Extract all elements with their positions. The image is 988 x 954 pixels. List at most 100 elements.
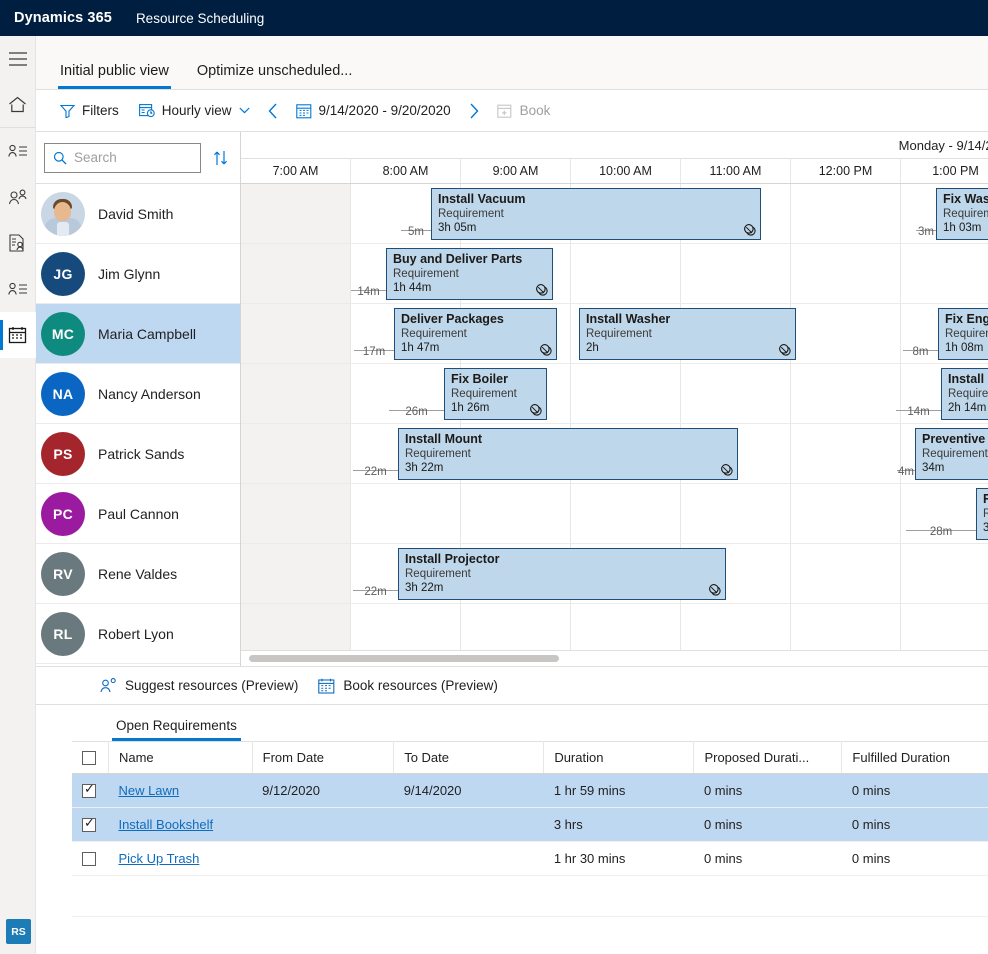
resource-row[interactable]: PSPatrick Sands xyxy=(36,424,240,484)
travel-line xyxy=(906,530,976,531)
requirement-link[interactable]: Install Bookshelf xyxy=(118,817,213,832)
scrollbar-thumb[interactable] xyxy=(249,655,559,662)
booking-status-icon xyxy=(720,463,733,476)
travel-time-label: 4m xyxy=(897,466,915,480)
sidebar-item-schedule-board[interactable] xyxy=(0,312,36,358)
resource-name: Robert Lyon xyxy=(98,626,174,642)
booking-card[interactable]: Install WasherRequirement2h xyxy=(579,308,796,360)
booking-card[interactable]: RepairRequirement3h xyxy=(976,488,988,540)
sort-button[interactable] xyxy=(209,148,232,168)
table-cell-fulfilled-duration: 0 mins xyxy=(842,808,988,842)
resource-row[interactable]: JGJim Glynn xyxy=(36,244,240,304)
booking-card[interactable]: Install ProjectorRequirement3h 22m xyxy=(398,548,726,600)
booking-duration: 3h 22m xyxy=(405,461,731,475)
select-all-header[interactable] xyxy=(72,742,108,774)
column-header[interactable]: Name xyxy=(108,742,252,774)
sidebar-item-pinned[interactable] xyxy=(0,174,36,220)
booking-status-icon xyxy=(535,283,548,296)
schedule-row[interactable]: 28mRepairRequirement3h xyxy=(241,484,988,544)
booking-card[interactable]: Fix EngineRequirement1h 08m xyxy=(938,308,988,360)
row-checkbox[interactable] xyxy=(82,784,96,798)
requirement-name-cell[interactable]: New Lawn xyxy=(108,774,252,808)
sidebar-item-recent[interactable] xyxy=(0,128,36,174)
tab-initial-public-view[interactable]: Initial public view xyxy=(46,63,183,89)
requirement-name-cell[interactable]: Install Bookshelf xyxy=(108,808,252,842)
view-mode-dropdown[interactable]: Hourly view xyxy=(129,98,260,123)
requirement-link[interactable]: Pick Up Trash xyxy=(118,851,199,866)
schedule-row[interactable]: 17mDeliver PackagesRequirement1h 47mInst… xyxy=(241,304,988,364)
resource-row[interactable]: RLRobert Lyon xyxy=(36,604,240,664)
resource-name: Rene Valdes xyxy=(98,566,177,582)
booking-subtitle: Requirement xyxy=(393,267,546,281)
column-header[interactable]: Fulfilled Duration xyxy=(842,742,988,774)
travel-time: 26m xyxy=(389,368,444,420)
schedule-grid: Monday - 9/14/2020 7:00 AM8:00 AM9:00 AM… xyxy=(241,132,988,666)
suggest-person-icon xyxy=(100,678,117,693)
schedule-row[interactable]: 22mInstall ProjectorRequirement3h 22m xyxy=(241,544,988,604)
schedule-row[interactable]: 14mBuy and Deliver PartsRequirement1h 44… xyxy=(241,244,988,304)
filters-button[interactable]: Filters xyxy=(50,98,129,123)
booking-card[interactable]: Preventive MaintenanceRequirement34m xyxy=(915,428,988,480)
tab-optimize-unscheduled[interactable]: Optimize unscheduled... xyxy=(183,63,367,89)
column-header[interactable]: Duration xyxy=(544,742,694,774)
table-row[interactable]: New Lawn9/12/20209/14/20201 hr 59 mins0 … xyxy=(72,774,988,808)
bottom-tabs: Open Requirements xyxy=(72,705,988,741)
booking-card[interactable]: Install SinkRequirement2h 14m xyxy=(941,368,988,420)
booking-card[interactable]: Fix BoilerRequirement1h 26m xyxy=(444,368,547,420)
book-resources-button[interactable]: Book resources (Preview) xyxy=(310,674,506,698)
table-row[interactable]: Install Bookshelf3 hrs0 mins0 mins3 hrs xyxy=(72,808,988,842)
search-input-wrapper[interactable] xyxy=(44,143,201,173)
booking-card[interactable]: Deliver PackagesRequirement1h 47m xyxy=(394,308,557,360)
booking-card[interactable]: Install MountRequirement3h 22m xyxy=(398,428,738,480)
booking-status-icon xyxy=(539,343,552,356)
resource-row[interactable]: David Smith xyxy=(36,184,240,244)
schedule-row[interactable]: 26mFix BoilerRequirement1h 26m14mInstall… xyxy=(241,364,988,424)
schedule-row[interactable] xyxy=(241,604,988,650)
schedule-row[interactable]: 5mInstall VacuumRequirement3h 05m3mFix W… xyxy=(241,184,988,244)
home-icon xyxy=(8,96,27,113)
resource-row[interactable]: RVRene Valdes xyxy=(36,544,240,604)
travel-time-label: 3m xyxy=(916,226,936,240)
schedule-row[interactable]: 22mInstall MountRequirement3h 22m4mPreve… xyxy=(241,424,988,484)
requirement-name-cell[interactable]: Pick Up Trash xyxy=(108,842,252,876)
booking-title: Deliver Packages xyxy=(401,312,550,327)
user-initials-badge[interactable]: RS xyxy=(6,919,31,944)
row-checkbox[interactable] xyxy=(82,818,96,832)
resource-row[interactable]: PCPaul Cannon xyxy=(36,484,240,544)
travel-line xyxy=(353,590,398,591)
resource-name: David Smith xyxy=(98,206,173,222)
book-button[interactable]: Book xyxy=(487,98,561,124)
date-range-label: 9/14/2020 - 9/20/2020 xyxy=(319,103,451,118)
search-input[interactable] xyxy=(74,150,192,165)
row-checkbox[interactable] xyxy=(82,852,96,866)
booking-card[interactable]: Fix WasherRequirement1h 03m xyxy=(936,188,988,240)
table-cell-to-date xyxy=(394,842,544,876)
row-select-cell[interactable] xyxy=(72,774,108,808)
select-all-checkbox[interactable] xyxy=(82,751,96,765)
horizontal-scrollbar[interactable] xyxy=(241,650,988,666)
date-range-picker[interactable]: 9/14/2020 - 9/20/2020 xyxy=(286,98,461,124)
sidebar-item-home[interactable] xyxy=(0,82,36,128)
suggest-resources-button[interactable]: Suggest resources (Preview) xyxy=(92,674,306,697)
row-select-cell[interactable] xyxy=(72,808,108,842)
previous-period-button[interactable] xyxy=(260,98,286,124)
column-header[interactable]: From Date xyxy=(252,742,394,774)
sidebar-item-requirements[interactable] xyxy=(0,220,36,266)
column-header[interactable]: Proposed Durati... xyxy=(694,742,842,774)
requirement-link[interactable]: New Lawn xyxy=(118,783,179,798)
next-period-button[interactable] xyxy=(461,98,487,124)
sidebar-item-resources[interactable] xyxy=(0,266,36,312)
booking-status-icon xyxy=(708,583,721,596)
booking-card[interactable]: Buy and Deliver PartsRequirement1h 44m xyxy=(386,248,553,300)
booking-title: Install Vacuum xyxy=(438,192,754,207)
booking-title: Install Projector xyxy=(405,552,719,567)
tab-open-requirements[interactable]: Open Requirements xyxy=(104,718,249,741)
booking-card[interactable]: Install VacuumRequirement3h 05m xyxy=(431,188,761,240)
table-row[interactable]: Pick Up Trash1 hr 30 mins0 mins0 mins1 h… xyxy=(72,842,988,876)
resource-row[interactable]: MCMaria Campbell xyxy=(36,304,240,364)
booking-subtitle: Requirement xyxy=(943,207,988,221)
resource-row[interactable]: NANancy Anderson xyxy=(36,364,240,424)
hamburger-menu-button[interactable] xyxy=(0,36,36,82)
row-select-cell[interactable] xyxy=(72,842,108,876)
column-header[interactable]: To Date xyxy=(394,742,544,774)
